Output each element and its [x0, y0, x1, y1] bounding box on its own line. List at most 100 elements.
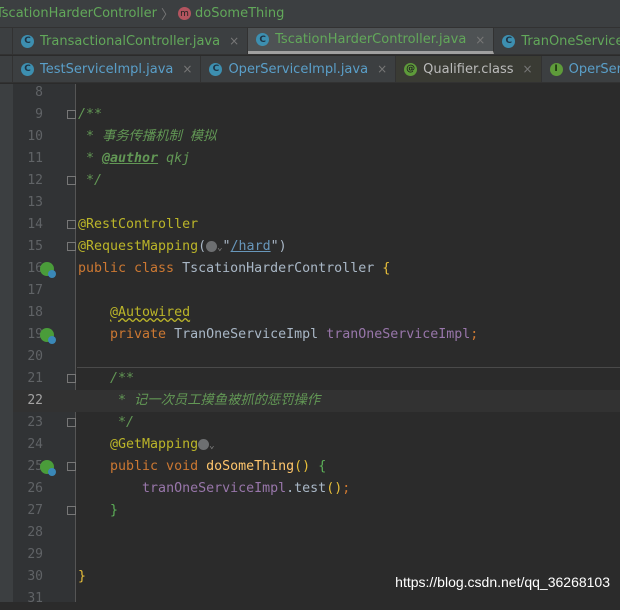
tab-label: TestServiceImpl.java — [40, 61, 174, 77]
code-line[interactable]: 10 * 事务传播机制 模拟 — [13, 126, 620, 148]
bean-class-icon[interactable] — [40, 262, 56, 278]
fold-marker-icon[interactable] — [67, 462, 76, 471]
code-token: /hard — [230, 239, 271, 254]
tab-tranoneserviceimpl-java[interactable]: CTranOneServiceImpl.java× — [494, 28, 620, 54]
code-token: /** — [78, 371, 135, 386]
code-text: @RequestMapping(⌄"/hard") — [78, 236, 287, 259]
fold-marker-icon[interactable] — [67, 176, 76, 185]
code-token: ") — [270, 239, 287, 254]
line-number: 26 — [27, 481, 43, 496]
code-line[interactable]: 24 @GetMapping ⌄ — [13, 434, 620, 456]
fold-marker-icon[interactable] — [67, 374, 76, 383]
tab-operservice-java[interactable]: IOperService.java× — [542, 56, 620, 82]
code-line[interactable]: 18 @Autowired — [13, 302, 620, 324]
line-number: 14 — [27, 217, 43, 232]
code-line[interactable]: 11 * @author qkj — [13, 148, 620, 170]
annotation-icon: @ — [404, 62, 418, 76]
code-text: } — [78, 500, 118, 522]
code-line[interactable]: 29 — [13, 544, 620, 566]
breadcrumb-method[interactable]: doSomeThing — [195, 6, 284, 21]
code-token: .test — [286, 481, 327, 496]
code-text: * 事务传播机制 模拟 — [78, 126, 216, 148]
code-line[interactable]: 15 @RequestMapping(⌄"/hard") — [13, 236, 620, 258]
code-token: } — [78, 569, 87, 584]
code-token: /** — [78, 107, 103, 122]
code-token: qkj — [158, 151, 191, 166]
code-token: { — [318, 459, 327, 474]
line-number: 17 — [27, 283, 43, 298]
code-line[interactable]: 22 * 记一次员工摸鱼被抓的惩罚操作 — [13, 390, 620, 412]
code-line[interactable]: 23 */ — [13, 412, 620, 434]
line-number: 27 — [27, 503, 43, 518]
code-line[interactable]: 14 @RestController — [13, 214, 620, 236]
code-line[interactable]: 19 private TranOneServiceImpl tranOneSer… — [13, 324, 620, 346]
code-token: @GetMapping — [78, 437, 199, 452]
tab-row-spacer — [0, 28, 13, 54]
tab-testserviceimpl-java[interactable]: C TestServiceImpl.java × — [13, 56, 202, 82]
globe-icon[interactable] — [198, 438, 210, 450]
code-line[interactable]: 31 — [13, 588, 620, 610]
globe-icon[interactable] — [206, 240, 218, 252]
code-text: @RestController — [78, 214, 198, 236]
tab-label: TranOneServiceImpl.java — [521, 33, 620, 49]
line-number: 9 — [35, 107, 43, 122]
fold-marker-icon[interactable] — [67, 242, 76, 251]
code-token: ( — [198, 239, 207, 254]
code-token: tranOneServiceImpl — [142, 481, 287, 496]
line-number: 24 — [27, 437, 43, 452]
breadcrumb: TscationHarderController 〉 m doSomeThing — [0, 0, 620, 28]
fold-marker-icon[interactable] — [67, 220, 76, 229]
code-line[interactable]: 17 — [13, 280, 620, 302]
close-icon[interactable]: × — [229, 34, 239, 48]
tab-operserviceimpl-java[interactable]: C OperServiceImpl.java × — [201, 56, 397, 82]
tab-qualifier-class[interactable]: @ Qualifier.class × — [396, 56, 542, 82]
line-number: 28 — [27, 525, 43, 540]
code-text: * 记一次员工摸鱼被抓的惩罚操作 — [78, 390, 320, 412]
tab-label: OperService.java — [568, 61, 620, 77]
code-line[interactable]: 9 /** — [13, 104, 620, 126]
code-text: public class TscationHarderController { — [78, 258, 390, 280]
line-number: 13 — [27, 195, 43, 210]
line-number: 23 — [27, 415, 43, 430]
breadcrumb-separator: 〉 — [160, 8, 174, 23]
line-number: 31 — [27, 591, 43, 606]
code-token: @RequestMapping — [78, 239, 199, 254]
code-line[interactable]: 20 — [13, 346, 620, 368]
tab-transactionalcontroller-java[interactable]: C TransactionalController.java × — [13, 28, 249, 54]
code-text: */ — [78, 170, 102, 192]
code-line[interactable]: 12 */ — [13, 170, 620, 192]
method-separator — [77, 367, 620, 368]
code-line[interactable]: 26 tranOneServiceImpl.test(); — [13, 478, 620, 500]
code-token: @author — [102, 151, 159, 166]
close-icon[interactable]: × — [523, 62, 533, 76]
code-line[interactable]: 8 — [13, 82, 620, 104]
code-line[interactable]: 16 public class TscationHarderController … — [13, 258, 620, 280]
code-token: * — [78, 151, 103, 166]
code-text: */ — [78, 412, 134, 434]
code-line[interactable]: 21 /** — [13, 368, 620, 390]
fold-marker-icon[interactable] — [67, 506, 76, 515]
close-icon[interactable]: × — [377, 62, 387, 76]
code-line[interactable]: 13 — [13, 192, 620, 214]
code-line[interactable]: 25 public void doSomeThing() { — [13, 456, 620, 478]
close-icon[interactable]: × — [475, 33, 485, 47]
fold-marker-icon[interactable] — [67, 418, 76, 427]
tab-tscationhardercontroller-java[interactable]: C TscationHarderController.java × — [248, 28, 495, 54]
class-icon: C — [21, 62, 34, 76]
bean-inject-icon[interactable] — [40, 328, 56, 344]
fold-marker-icon[interactable] — [67, 110, 76, 119]
code-token: () — [294, 459, 319, 474]
watermark: https://blog.csdn.net/qq_36268103 — [395, 574, 610, 590]
code-line[interactable]: 27 } — [13, 500, 620, 522]
code-token: () — [326, 481, 343, 496]
code-token: doSomeThing — [206, 459, 295, 474]
close-icon[interactable]: × — [182, 62, 192, 76]
line-number: 19 — [27, 327, 43, 342]
line-number: 12 — [27, 173, 43, 188]
breadcrumb-class[interactable]: TscationHarderController — [0, 6, 157, 21]
web-endpoint-icon[interactable] — [40, 460, 56, 476]
code-line[interactable]: 28 — [13, 522, 620, 544]
tab-label: OperServiceImpl.java — [228, 61, 369, 77]
code-text: } — [78, 566, 86, 588]
